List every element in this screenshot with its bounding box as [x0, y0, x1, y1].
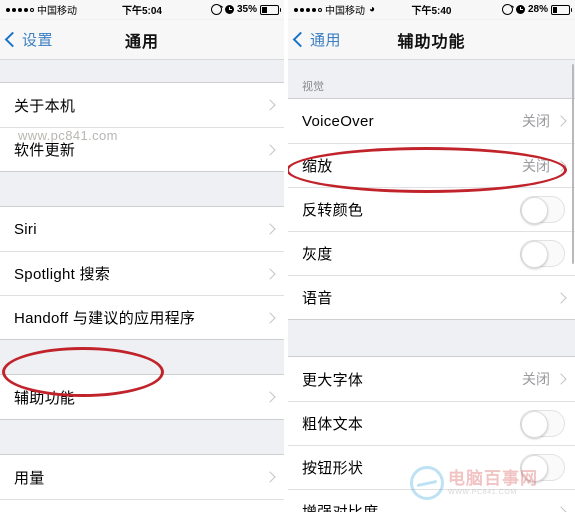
right-phone-screen: 中国移动 ◕ 下午5:40 28% 通用 辅助功能 视觉 VoiceOver 关… — [288, 0, 575, 512]
row-software-update[interactable]: 软件更新 — [0, 127, 284, 171]
alarm-clock-icon — [515, 5, 525, 14]
vertical-scrollbar[interactable] — [571, 64, 574, 264]
chevron-left-icon — [292, 31, 309, 48]
row-bold-text[interactable]: 粗体文本 — [288, 401, 575, 445]
row-spotlight-search[interactable]: Spotlight 搜索 — [0, 251, 284, 295]
chevron-right-icon — [264, 99, 276, 111]
settings-group-siri: Siri Spotlight 搜索 Handoff 与建议的应用程序 — [0, 206, 284, 340]
row-invert-colors[interactable]: 反转颜色 — [288, 187, 575, 231]
row-label: 更大字体 — [302, 371, 364, 389]
clock-label: 下午5:04 — [121, 6, 162, 17]
toggle-bold-text[interactable] — [520, 410, 565, 438]
settings-group-device: 关于本机 软件更新 — [0, 82, 284, 172]
row-handoff[interactable]: Handoff 与建议的应用程序 — [0, 295, 284, 339]
row-label: 用量 — [14, 469, 45, 487]
right-status-bar: 中国移动 ◕ 下午5:40 28% — [288, 0, 575, 20]
right-nav-bar: 通用 辅助功能 — [288, 20, 575, 60]
chevron-right-icon — [555, 505, 567, 512]
settings-group-accessibility: 辅助功能 — [0, 374, 284, 420]
alarm-clock-icon — [224, 5, 234, 14]
rotation-lock-icon — [210, 4, 222, 15]
row-label: Handoff 与建议的应用程序 — [14, 310, 196, 327]
row-grayscale[interactable]: 灰度 — [288, 231, 575, 275]
left-status-bar: 中国移动 下午5:04 35% — [0, 0, 284, 20]
row-label: VoiceOver — [302, 112, 374, 130]
row-label: Siri — [14, 220, 37, 238]
chevron-right-icon — [555, 159, 567, 172]
row-label: 缩放 — [302, 158, 333, 175]
dual-phone-screenshot: 中国移动 下午5:04 35% 设置 通用 关于本机 软件更新 Siri Spo… — [0, 0, 575, 512]
rotation-lock-icon — [501, 4, 513, 15]
row-speech[interactable]: 语音 — [288, 275, 575, 319]
chevron-left-icon — [4, 31, 21, 48]
row-label: Spotlight 搜索 — [14, 266, 111, 283]
back-button-general[interactable]: 通用 — [288, 29, 341, 50]
chevron-right-icon — [555, 373, 567, 385]
row-label: 软件更新 — [14, 142, 76, 159]
chevron-right-icon — [264, 311, 276, 324]
left-phone-screen: 中国移动 下午5:04 35% 设置 通用 关于本机 软件更新 Siri Spo… — [0, 0, 284, 512]
section-spacer — [288, 320, 575, 356]
section-spacer — [0, 340, 284, 374]
left-nav-bar: 设置 通用 — [0, 20, 284, 60]
settings-group-vision: VoiceOver 关闭 缩放 关闭 反转颜色 灰度 语音 — [288, 98, 575, 320]
clock-label: 下午5:40 — [411, 6, 452, 17]
toggle-grayscale[interactable] — [520, 240, 565, 268]
chevron-right-icon — [264, 267, 276, 280]
battery-icon — [551, 4, 572, 15]
chevron-right-icon — [264, 223, 276, 235]
row-siri[interactable]: Siri — [0, 207, 284, 251]
row-label: 灰度 — [302, 246, 333, 263]
row-label: 粗体文本 — [302, 416, 364, 433]
row-larger-text[interactable]: 更大字体 关闭 — [288, 357, 575, 401]
back-button-label: 设置 — [22, 32, 54, 49]
back-button-settings[interactable]: 设置 — [0, 29, 53, 50]
right-settings-list: 视觉 VoiceOver 关闭 缩放 关闭 反转颜色 灰度 语音 更大字体 关闭… — [288, 60, 575, 512]
row-increase-contrast[interactable]: 增强对比度 — [288, 489, 575, 512]
chevron-right-icon — [264, 471, 276, 483]
toggle-button-shapes[interactable] — [520, 454, 565, 482]
settings-group-text: 更大字体 关闭 粗体文本 按钮形状 — [288, 356, 575, 512]
row-value: 关闭 — [522, 113, 550, 129]
toggle-invert-colors[interactable] — [520, 196, 565, 224]
section-spacer — [0, 172, 284, 206]
row-label: 关于本机 — [14, 97, 76, 115]
row-background-app-refresh[interactable]: 后台应用程序刷新 — [0, 499, 284, 512]
row-button-shapes[interactable]: 按钮形状 — [288, 445, 575, 489]
back-button-label: 通用 — [310, 32, 342, 49]
section-spacer — [0, 60, 284, 82]
row-accessibility[interactable]: 辅助功能 — [0, 375, 284, 419]
row-about[interactable]: 关于本机 — [0, 83, 284, 127]
chevron-right-icon — [264, 143, 276, 156]
section-spacer — [0, 420, 284, 454]
section-header-vision: 视觉 — [288, 60, 575, 98]
row-value: 关闭 — [522, 371, 550, 387]
row-label: 语音 — [302, 290, 333, 307]
row-label: 反转颜色 — [302, 202, 364, 219]
settings-group-usage: 用量 后台应用程序刷新 — [0, 454, 284, 512]
row-usage[interactable]: 用量 — [0, 455, 284, 499]
row-label: 按钮形状 — [302, 460, 364, 477]
row-label: 辅助功能 — [14, 389, 76, 407]
chevron-right-icon — [555, 115, 567, 127]
row-voiceover[interactable]: VoiceOver 关闭 — [288, 99, 575, 143]
row-label: 增强对比度 — [302, 501, 379, 512]
chevron-right-icon — [555, 291, 567, 304]
chevron-right-icon — [264, 391, 276, 403]
row-zoom[interactable]: 缩放 关闭 — [288, 143, 575, 187]
left-settings-list: 关于本机 软件更新 Siri Spotlight 搜索 Handoff 与建议的… — [0, 60, 284, 512]
battery-icon — [260, 4, 281, 15]
row-value: 关闭 — [522, 157, 550, 174]
